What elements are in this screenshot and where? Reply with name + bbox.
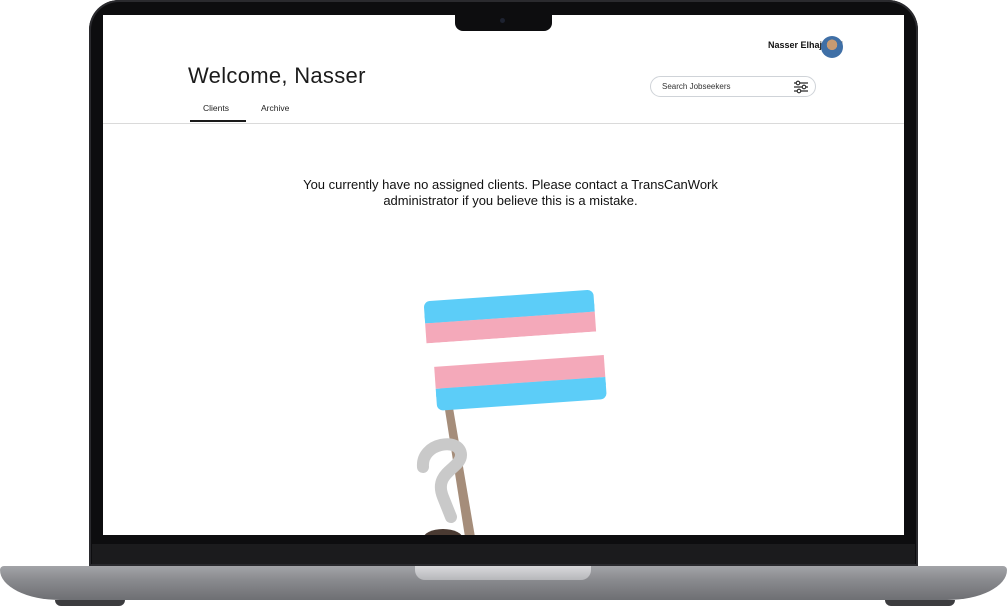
laptop-foot-right [885, 600, 955, 606]
app-screen: Nasser Elhajjaoui Welcome, Nasser Search… [103, 15, 904, 535]
question-mark-shape [417, 438, 468, 523]
active-tab-indicator [190, 120, 246, 122]
trans-flag-illustration [417, 290, 607, 535]
filter-sliders-icon[interactable] [793, 80, 809, 94]
header-divider [103, 123, 904, 124]
camera-dot [500, 18, 505, 23]
search-input[interactable]: Search Jobseekers [662, 82, 730, 91]
screen-chin [92, 544, 915, 564]
tab-archive[interactable]: Archive [261, 103, 289, 113]
figure-head [424, 529, 462, 535]
avatar[interactable] [821, 36, 843, 58]
empty-state-message: You currently have no assigned clients. … [303, 177, 718, 208]
search-field[interactable]: Search Jobseekers [650, 76, 816, 97]
tab-clients[interactable]: Clients [203, 103, 229, 113]
base-opening-notch [415, 566, 591, 580]
laptop-foot-left [55, 600, 125, 606]
camera-notch [455, 14, 552, 31]
page-title: Welcome, Nasser [188, 63, 366, 88]
